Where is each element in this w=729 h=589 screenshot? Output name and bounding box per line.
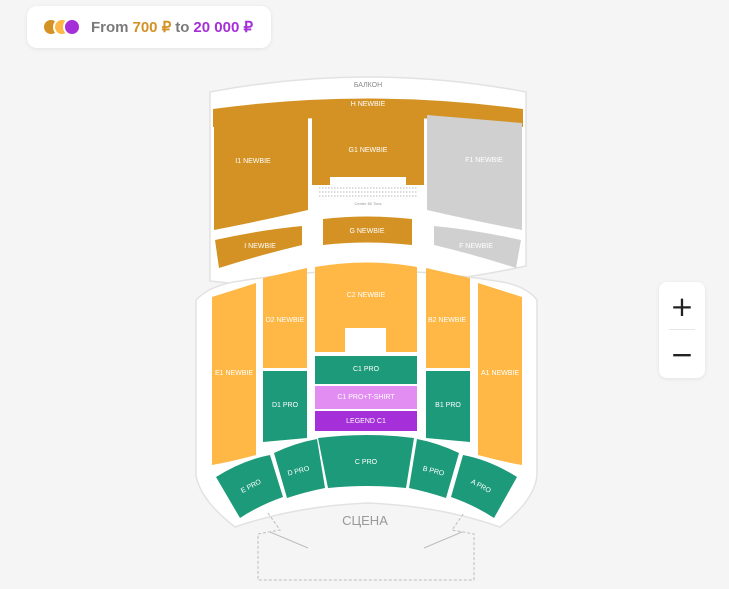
stage-label: СЦЕНА xyxy=(342,513,388,528)
section-label-b2-newbie: B2 NEWBIE xyxy=(428,317,466,324)
section-label-i1-newbie: I1 NEWBIE xyxy=(235,158,271,165)
section-label-c1-pro-tshirt: C1 PRO+T-SHIRT xyxy=(337,394,395,401)
section-label-i-newbie: I NEWBIE xyxy=(244,243,276,250)
stage-inner-right xyxy=(423,531,463,549)
section-label-c1-pro: C1 PRO xyxy=(353,366,380,373)
balcony-label: БАЛКОН xyxy=(354,82,382,89)
section-label-e1-newbie: E1 NEWBIE xyxy=(215,370,253,377)
section-label-d1-pro: D1 PRO xyxy=(272,402,299,409)
center-rows-label: Center 80 Tons xyxy=(354,201,381,206)
section-label-g1-newbie: G1 NEWBIE xyxy=(349,147,388,154)
section-i1-newbie[interactable] xyxy=(214,115,308,230)
section-label-c2-newbie: C2 NEWBIE xyxy=(347,292,386,299)
zoom-controls: + − xyxy=(659,282,705,378)
section-label-c-pro: C PRO xyxy=(355,459,378,466)
section-label-legend-c1: LEGEND C1 xyxy=(346,418,386,425)
section-label-f-newbie: F NEWBIE xyxy=(459,243,493,250)
section-label-b1-pro: B1 PRO xyxy=(435,402,461,409)
section-label-h-newbie: H NEWBIE xyxy=(351,101,386,108)
zoom-in-button[interactable]: + xyxy=(659,282,705,330)
section-f1-newbie[interactable] xyxy=(427,115,522,230)
seating-map[interactable]: БАЛКОН H NEWBIE I1 NEWBIE G1 NEWBIE Cent… xyxy=(0,0,729,589)
stage-inner-left xyxy=(269,531,309,549)
section-label-f1-newbie: F1 NEWBIE xyxy=(465,157,503,164)
zoom-out-button[interactable]: − xyxy=(659,330,705,378)
section-label-d2-newbie: D2 NEWBIE xyxy=(266,317,305,324)
section-label-a1-newbie: A1 NEWBIE xyxy=(481,370,519,377)
section-label-g-newbie: G NEWBIE xyxy=(349,228,384,235)
